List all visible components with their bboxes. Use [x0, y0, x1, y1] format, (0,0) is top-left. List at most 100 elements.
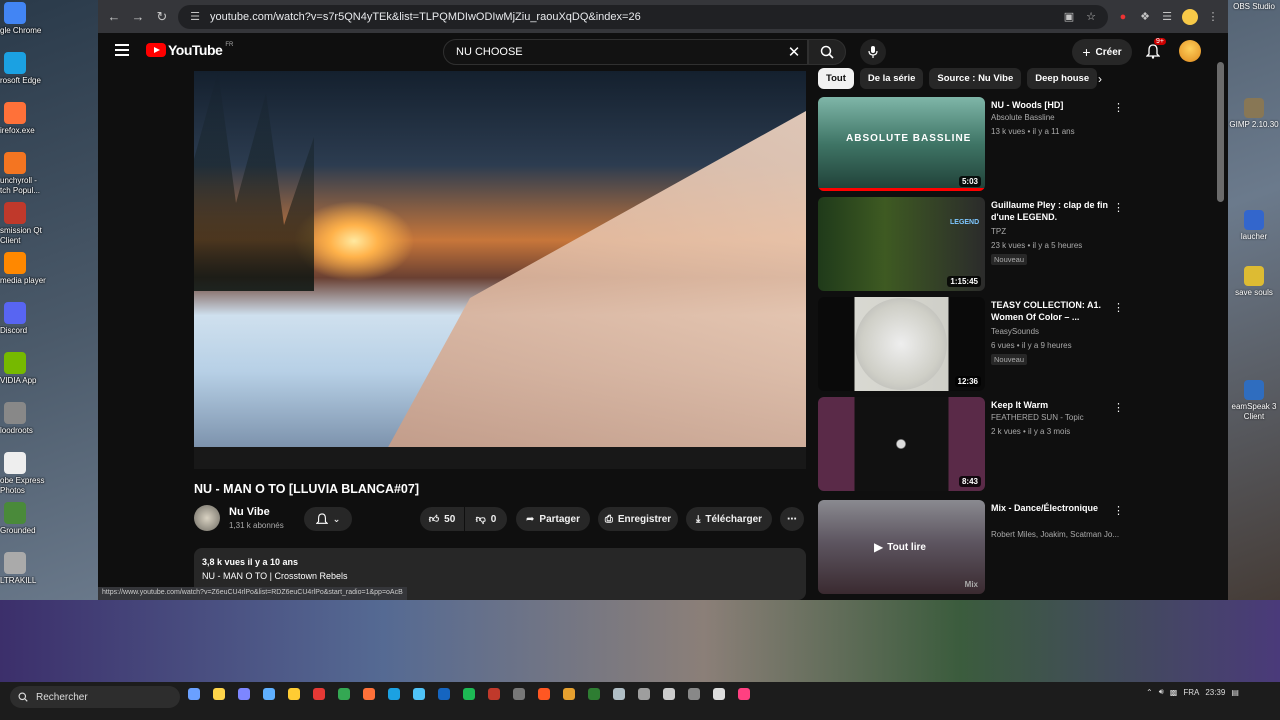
account-avatar[interactable]	[1179, 40, 1201, 62]
desktop-shortcut[interactable]: OBS Studio	[1228, 2, 1280, 12]
clock[interactable]: 23:39	[1205, 688, 1225, 697]
taskbar-app-icon[interactable]	[438, 688, 450, 700]
channel-name[interactable]: Nu Vibe	[229, 506, 270, 518]
recommendation-title[interactable]: Guillaume Pley : clap de fin d'une LEGEN…	[991, 199, 1119, 223]
recommendation-item[interactable]: LEGEND 1:15:45 Guillaume Pley : clap de fi…	[818, 197, 1178, 293]
taskbar-app-icon[interactable]	[488, 688, 500, 700]
media-icon[interactable]: ☰	[1160, 10, 1174, 24]
desktop-shortcut[interactable]: eamSpeak 3 Client	[1228, 380, 1280, 422]
desktop-shortcut[interactable]: loodroots	[0, 402, 98, 436]
back-icon[interactable]: ←	[106, 9, 122, 25]
video-thumbnail[interactable]: 12:36	[818, 297, 985, 391]
page-scrollbar[interactable]	[1214, 60, 1228, 600]
recommendation-channel[interactable]: TeasySounds	[991, 327, 1039, 336]
taskbar-app-icon[interactable]	[213, 688, 225, 700]
more-vertical-icon[interactable]: ⋮	[1113, 301, 1124, 314]
install-app-icon[interactable]: ▣	[1062, 10, 1076, 24]
desktop-shortcut[interactable]: gle Chrome	[0, 2, 98, 36]
taskbar-app-icon[interactable]	[388, 688, 400, 700]
search-button[interactable]	[808, 39, 846, 65]
recommendation-title[interactable]: NU - Woods [HD]	[991, 99, 1119, 111]
taskbar-app-icon[interactable]	[588, 688, 600, 700]
desktop-shortcut[interactable]: irefox.exe	[0, 102, 98, 136]
channel-avatar[interactable]	[194, 505, 220, 531]
address-bar[interactable]: ☰ youtube.com/watch?v=s7r5QN4yTEk&list=T…	[178, 4, 1108, 29]
recommendation-item[interactable]: 8:43 Keep It Warm FEATHERED SUN - Topic 2 k…	[818, 397, 1178, 493]
youtube-logo[interactable]: YouTube FR	[146, 42, 233, 58]
desktop-shortcut[interactable]: media player	[0, 252, 98, 286]
extension-icon[interactable]: ●	[1116, 10, 1130, 24]
save-button[interactable]: ⎙ Enregistrer	[598, 507, 678, 531]
filter-chip[interactable]: De la série	[859, 68, 924, 89]
desktop-shortcut[interactable]: unchyroll - tch Popul...	[0, 152, 98, 196]
taskbar-app-icon[interactable]	[638, 688, 650, 700]
filter-chip[interactable]: Tout	[818, 68, 854, 89]
more-vertical-icon[interactable]: ⋮	[1113, 401, 1124, 414]
desktop-shortcut[interactable]: save souls	[1228, 266, 1280, 298]
taskbar-app-icon[interactable]	[363, 688, 375, 700]
recommendation-channel[interactable]: FEATHERED SUN - Topic	[991, 413, 1084, 422]
taskbar-app-icon[interactable]	[313, 688, 325, 700]
desktop-shortcut[interactable]: rosoft Edge	[0, 52, 98, 86]
recommendation-channel[interactable]: Absolute Bassline	[991, 113, 1055, 122]
desktop-shortcut[interactable]: laucher	[1228, 210, 1280, 242]
site-info-icon[interactable]: ☰	[188, 10, 202, 24]
more-vertical-icon[interactable]: ⋮	[1113, 201, 1124, 214]
recommendation-title[interactable]: Mix - Dance/Électronique	[991, 502, 1119, 514]
taskbar-app-icon[interactable]	[288, 688, 300, 700]
like-button[interactable]: 👍︎ 50	[420, 507, 464, 531]
play-all-button[interactable]: ▶ Tout lire	[874, 540, 926, 554]
menu-icon[interactable]	[115, 44, 129, 56]
video-player[interactable]	[194, 71, 806, 447]
filter-chip[interactable]: Deep house	[1027, 68, 1098, 89]
desktop-shortcut[interactable]: obe Express Photos	[0, 452, 98, 496]
taskbar-app-icon[interactable]	[513, 688, 525, 700]
clear-search-icon[interactable]: ✕	[781, 43, 807, 61]
desktop-shortcut[interactable]: Discord	[0, 302, 98, 336]
share-button[interactable]: ➦ Partager	[516, 507, 590, 531]
recommendation-channel[interactable]: TPZ	[991, 227, 1006, 236]
video-thumbnail[interactable]: ▶ Tout lire Mix	[818, 500, 985, 594]
filter-chip[interactable]: Source : Nu Vibe	[929, 68, 1022, 89]
desktop-shortcut[interactable]: smission Qt Client	[0, 202, 98, 246]
desktop-shortcut[interactable]: GIMP 2.10.30	[1228, 98, 1280, 130]
recommendation-title[interactable]: Keep It Warm	[991, 399, 1119, 411]
taskbar-app-icon[interactable]	[563, 688, 575, 700]
bookmark-star-icon[interactable]: ☆	[1084, 10, 1098, 24]
browser-profile-avatar[interactable]	[1182, 8, 1198, 25]
notification-center-icon[interactable]: ▤	[1231, 688, 1239, 697]
recommendation-item[interactable]: ABSOLUTE BASSLINE 5:03 NU - Woods [HD] Abso…	[818, 97, 1178, 193]
desktop-shortcut[interactable]: LTRAKILL	[0, 552, 98, 586]
taskbar-app-icon[interactable]	[413, 688, 425, 700]
volume-icon[interactable]: 🔊︎	[1159, 687, 1164, 697]
desktop-shortcut[interactable]: Grounded	[0, 502, 98, 536]
taskbar-app-icon[interactable]	[613, 688, 625, 700]
taskbar-search[interactable]: Rechercher	[10, 686, 180, 708]
create-button[interactable]: + Créer	[1072, 39, 1132, 65]
recommendation-channel[interactable]: Robert Miles, Joakim, Scatman Jo...	[991, 530, 1119, 539]
extensions-puzzle-icon[interactable]: ❖	[1138, 10, 1152, 24]
taskbar-app-icon[interactable]	[238, 688, 250, 700]
voice-search-button[interactable]	[860, 39, 886, 65]
download-button[interactable]: ⤓ Télécharger	[686, 507, 772, 531]
reload-icon[interactable]: ↻	[154, 9, 170, 25]
taskbar-app-icon[interactable]	[188, 688, 200, 700]
notifications-button[interactable]: 9+	[1144, 38, 1166, 60]
browser-menu-icon[interactable]: ⋮	[1206, 10, 1220, 24]
more-vertical-icon[interactable]: ⋮	[1113, 101, 1124, 114]
taskbar-app-icon[interactable]	[338, 688, 350, 700]
language-indicator[interactable]: FRA	[1183, 688, 1199, 697]
tray-chevron-up-icon[interactable]: ⌃	[1146, 688, 1153, 697]
recommendation-title[interactable]: TEASY COLLECTION: A1. Women Of Color – .…	[991, 299, 1119, 323]
forward-icon[interactable]: →	[130, 9, 146, 25]
subscribe-bell-button[interactable]: ⌄	[304, 507, 352, 531]
taskbar-app-icon[interactable]	[463, 688, 475, 700]
recommendation-item[interactable]: ▶ Tout lire Mix Mix - Dance/Électronique Ro…	[818, 500, 1178, 596]
desktop-shortcut[interactable]: VIDIA App	[0, 352, 98, 386]
taskbar-app-icon[interactable]	[263, 688, 275, 700]
network-icon[interactable]: ▩	[1170, 688, 1178, 697]
taskbar-app-icon[interactable]	[738, 688, 750, 700]
chevron-right-icon[interactable]: ›	[1098, 72, 1102, 86]
taskbar-app-icon[interactable]	[663, 688, 675, 700]
taskbar-app-icon[interactable]	[688, 688, 700, 700]
